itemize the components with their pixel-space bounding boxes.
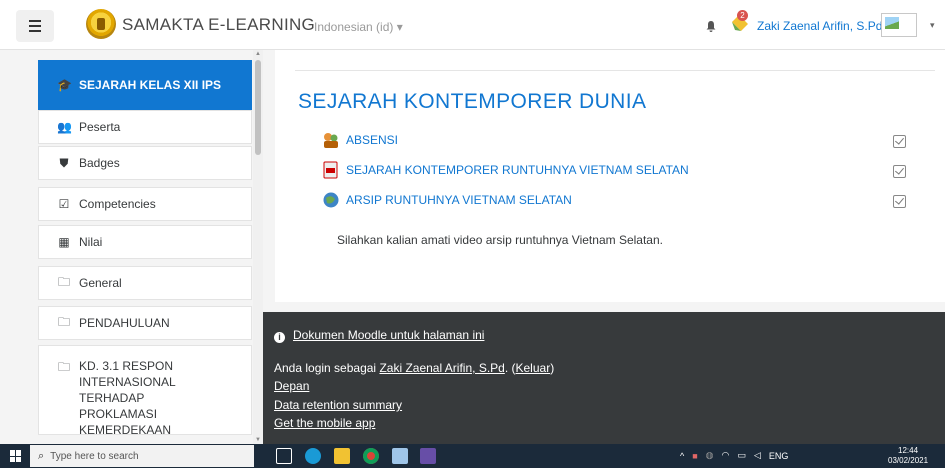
edge-browser-icon[interactable] [305,448,321,464]
speaker-icon[interactable]: ◁ [754,450,761,461]
mobile-app-line: Get the mobile app [274,416,375,430]
scroll-up-arrow-icon[interactable]: ▲ [255,51,261,57]
windows-taskbar: ⌕ Type here to search ^ ■ ◍ ◠ ▭ ◁ ENG 12… [0,444,945,468]
home-link[interactable]: Depan [274,379,309,393]
taskbar-app-icon[interactable] [420,448,436,464]
windows-start-icon[interactable] [10,450,22,462]
site-brand-name[interactable]: SAMAKTA E-LEARNING [122,15,315,35]
sidebar-item-label: General [79,276,122,290]
pdf-icon [322,161,340,179]
users-icon: 👥 [57,120,72,134]
sidebar-scrollbar[interactable]: ▲ ▼ [253,50,263,444]
activity-label: ABSENSI [346,133,399,147]
windows-logo-pane [10,456,15,462]
folder-icon: 🗀 [57,274,70,289]
course-navigation-drawer: 🎓 SEJARAH KELAS XII IPS 👥 Peserta ⛊ Badg… [38,60,258,444]
docs-link-line: i Dokumen Moodle untuk halaman ini [274,328,484,343]
site-logo[interactable] [86,9,116,39]
activity-attendance-link[interactable]: ABSENSI [322,130,398,150]
sidebar-item-label: SEJARAH KELAS XII IPS [79,78,222,92]
completion-checkbox[interactable] [893,165,906,178]
sidebar-item-nilai[interactable]: ▦ Nilai [38,225,252,259]
completion-checkbox[interactable] [893,135,906,148]
page-footer: i Dokumen Moodle untuk halaman ini Anda l… [263,312,945,444]
windows-logo-pane [16,456,21,462]
folder-icon: 🗀 [57,314,70,329]
login-info: Anda login sebagai Zaki Zaenal Arifin, S… [274,361,555,375]
folder-icon: 🗀 [57,360,70,374]
sidebar-item-competencies[interactable]: ☑ Competencies [38,187,252,221]
sidebar-item-label: Badges [79,156,120,170]
sidebar-item-label: Nilai [79,235,103,249]
taskbar-search-input[interactable]: ⌕ Type here to search [30,445,254,467]
home-link-line: Depan [274,379,309,393]
tray-app-icon[interactable]: ◍ [706,450,714,461]
user-menu-name[interactable]: Zaki Zaenal Arifin, S.Pd [757,19,882,33]
taskbar-app-icon[interactable] [392,448,408,464]
profile-link[interactable]: Zaki Zaenal Arifin, S.Pd [379,361,504,375]
section-label-text: Silahkan kalian amati video arsip runtuh… [337,233,663,247]
section-divider [295,70,935,71]
tray-app-icon[interactable]: ■ [692,451,697,461]
message-count-badge: 2 [737,10,748,21]
activity-label: SEJARAH KONTEMPORER RUNTUHNYA VIETNAM SE… [346,163,689,177]
shield-icon: ⛊ [59,155,69,170]
clock-date: 03/02/2021 [888,456,929,465]
sidebar-item-label: Peserta [79,120,121,134]
battery-icon[interactable]: ▭ [737,450,746,461]
hamburger-icon-line [29,25,41,27]
url-icon [322,191,340,209]
windows-logo-pane [16,450,21,456]
user-menu-caret-icon[interactable]: ▾ [930,20,935,31]
task-view-icon[interactable] [276,448,292,464]
checkbox-icon: ☑ [58,197,70,211]
sidebar-item-kd-3-1[interactable]: 🗀 KD. 3.1 RESPON INTERNASIONAL TERHADAP … [38,345,252,437]
data-retention-line: Data retention summary [274,398,402,412]
windows-logo-pane [10,450,15,456]
scrollbar-thumb[interactable] [255,60,261,155]
language-selector[interactable]: Indonesian (id) ▾ [314,20,403,34]
avatar[interactable] [881,13,917,37]
attendance-icon [322,131,340,149]
logout-link[interactable]: Keluar [516,361,551,375]
hamburger-icon-line [29,30,41,32]
section-title[interactable]: SEJARAH KONTEMPORER DUNIA [298,90,646,114]
sidebar-item-general[interactable]: 🗀 General [38,266,252,300]
notification-bell-icon[interactable] [706,21,716,32]
clock-time: 12:44 [898,446,919,455]
sidebar-item-label: Competencies [79,197,156,211]
moodle-docs-link[interactable]: Dokumen Moodle untuk halaman ini [293,328,484,342]
tray-chevron-up-icon[interactable]: ^ [680,451,684,461]
mobile-app-link[interactable]: Get the mobile app [274,416,375,430]
login-prefix: Anda login sebagai [274,361,377,375]
chrome-browser-icon[interactable] [363,448,379,464]
top-navbar: SAMAKTA E-LEARNING Indonesian (id) ▾ 2 Z… [0,0,945,50]
info-icon: i [274,332,285,343]
sidebar-item-course-home[interactable]: 🎓 SEJARAH KELAS XII IPS [38,60,252,110]
hamburger-icon [29,20,41,22]
scroll-down-arrow-icon[interactable]: ▼ [255,437,261,443]
activity-label: ARSIP RUNTUHNYA VIETNAM SELATAN [346,193,572,207]
graduation-cap-icon: 🎓 [57,78,72,92]
completion-checkbox[interactable] [893,195,906,208]
activity-pdf-link[interactable]: SEJARAH KONTEMPORER RUNTUHNYA VIETNAM SE… [322,160,689,180]
wifi-icon[interactable]: ◠ [722,450,730,461]
data-retention-link[interactable]: Data retention summary [274,398,402,412]
taskbar-clock[interactable]: 12:44 03/02/2021 [888,446,928,466]
course-section-card: SEJARAH KONTEMPORER DUNIA ABSENSI SEJARA… [275,50,945,302]
search-icon: ⌕ [38,449,45,462]
sidebar-item-label: KD. 3.1 RESPON INTERNASIONAL TERHADAP PR… [79,359,176,437]
system-tray: ^ ■ ◍ ◠ ▭ ◁ ENG [680,450,788,461]
menu-toggle-button[interactable] [16,10,54,42]
activity-url-link[interactable]: ARSIP RUNTUHNYA VIETNAM SELATAN [322,190,572,210]
file-explorer-icon[interactable] [334,448,350,464]
sidebar-item-badges[interactable]: ⛊ Badges [38,146,252,180]
sidebar-item-peserta[interactable]: 👥 Peserta [38,110,252,144]
search-placeholder: Type here to search [50,450,139,462]
table-icon: ▦ [58,235,70,249]
sidebar-item-pendahuluan[interactable]: 🗀 PENDAHULUAN [38,306,252,340]
input-language[interactable]: ENG [769,451,789,461]
sidebar-item-label: PENDAHULUAN [79,316,170,330]
